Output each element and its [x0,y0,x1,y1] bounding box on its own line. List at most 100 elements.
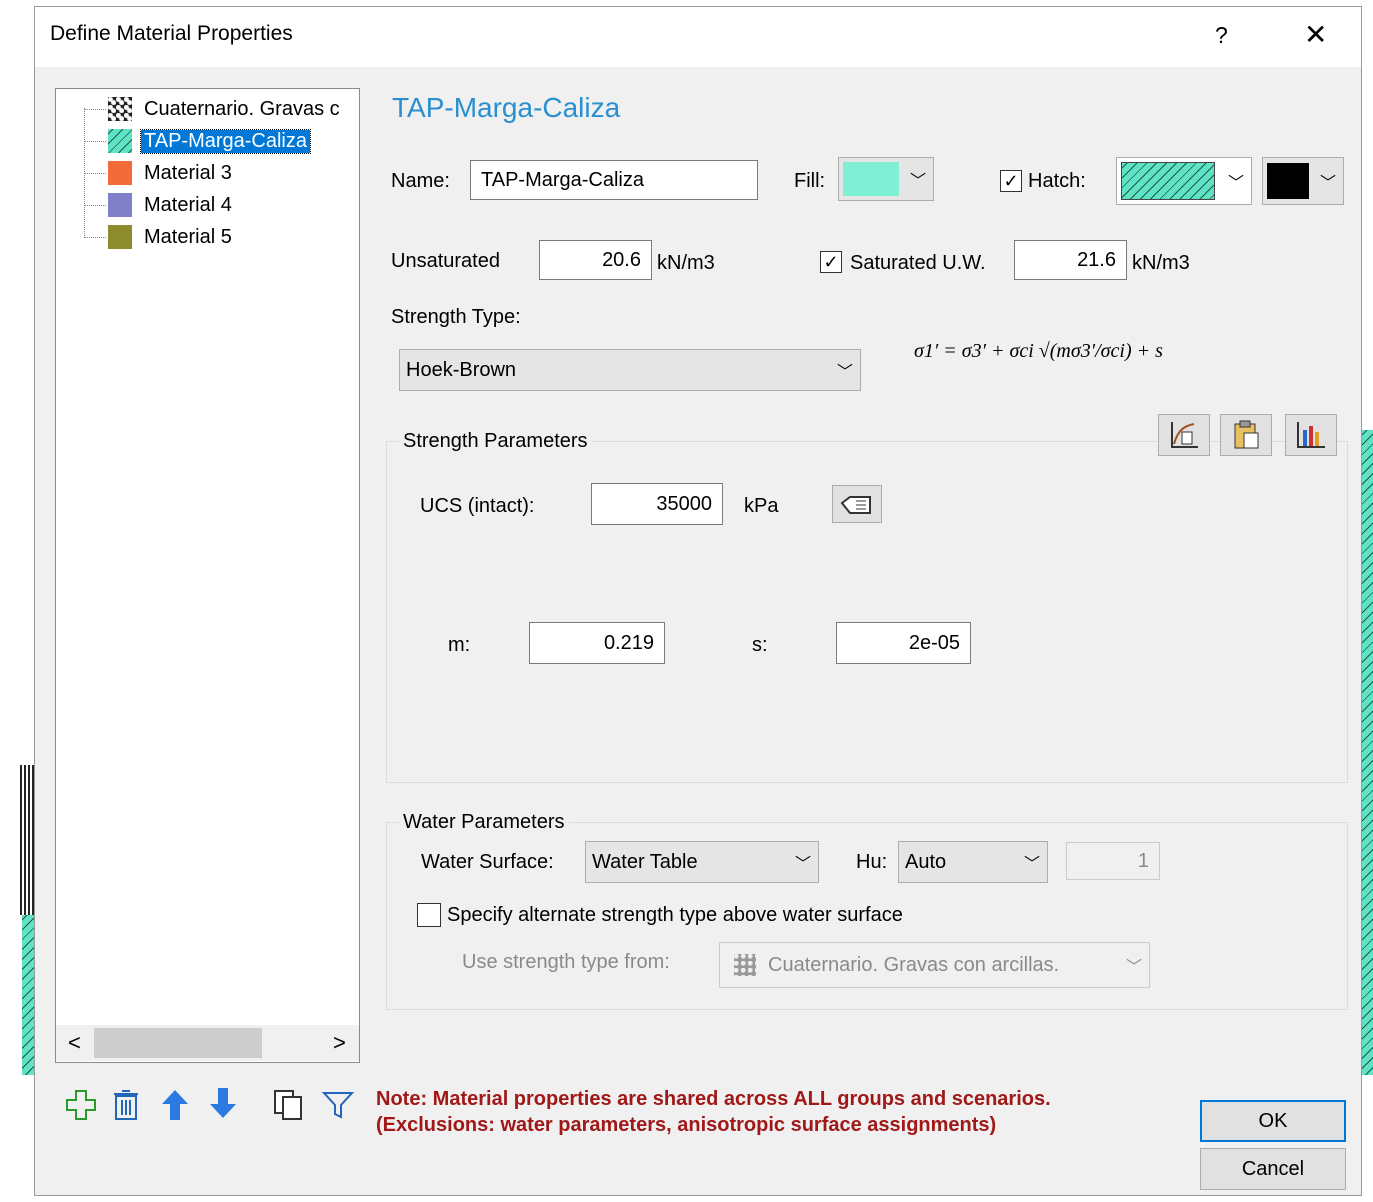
m-input[interactable]: 0.219 [529,622,665,664]
s-input[interactable]: 2e-05 [836,622,971,664]
saturated-weight-input[interactable]: 21.6 [1014,240,1127,280]
tree-item-label: TAP-Marga-Caliza [140,128,311,154]
background-hatch-left [22,915,34,1075]
unsaturated-label: Unsaturated [391,250,500,272]
hatch-pattern-icon [108,129,132,153]
hu-label: Hu: [856,851,888,873]
hu-value: Auto [905,850,947,873]
alternate-strength-label: Specify alternate strength type above wa… [447,904,903,926]
tree-item-material-1[interactable]: Cuaternario. Gravas c [108,95,356,123]
material-heading: TAP-Marga-Caliza [392,92,621,123]
scroll-right-arrow[interactable]: > [333,1030,346,1056]
hoek-brown-formula: σ1′ = σ3′ + σci √(mσ3′/σci) + s [914,340,1163,362]
tree-item-label: Material 5 [144,225,232,248]
water-surface-label: Water Surface: [421,851,554,873]
tree-connector [84,141,106,142]
add-material-icon[interactable] [64,1088,98,1122]
strength-chart-button[interactable] [1158,414,1210,456]
strength-type-dropdown[interactable]: Hoek-Brown ﹀ [399,349,861,391]
cancel-button[interactable]: Cancel [1200,1148,1346,1190]
ucs-label: UCS (intact): [420,495,535,517]
strength-parameters-title: Strength Parameters [399,430,592,453]
strength-type-value: Hoek-Brown [406,358,517,381]
background-gravel-left [20,765,34,915]
hatch-color-dropdown[interactable]: ﹀ [1262,157,1344,205]
tree-item-label: Material 3 [144,161,232,184]
background-hatch-right [1362,430,1373,1075]
water-parameters-title: Water Parameters [399,811,569,834]
chart-axes-icon [1171,422,1198,448]
chevron-down-icon: ﹀ [836,364,853,381]
tree-connector [84,237,106,238]
ucs-unit: kPa [744,495,779,517]
chevron-down-icon: ﹀ [1319,175,1336,192]
name-input[interactable]: TAP-Marga-Caliza [470,160,758,200]
tree-item-material-4[interactable]: Material 4 [108,191,232,219]
scrollbar-thumb[interactable] [94,1028,262,1058]
saturated-checkbox[interactable]: ✓ [820,251,842,273]
statistics-button[interactable] [1285,414,1337,456]
scroll-left-arrow[interactable]: < [68,1030,81,1056]
chevron-down-icon: ﹀ [1227,175,1244,192]
use-strength-from-label: Use strength type from: [462,951,670,973]
name-label: Name: [391,170,450,192]
filter-icon[interactable] [322,1090,354,1120]
clipboard-icon [1234,420,1259,449]
fill-color-dropdown[interactable]: ﹀ [838,157,934,201]
water-surface-value: Water Table [592,850,698,873]
pointing-hand-icon [840,496,871,514]
bar-chart-icon [1297,422,1325,448]
hatch-pattern-preview [1121,162,1215,200]
chevron-down-icon: ﹀ [1125,959,1142,976]
hatch-pattern-dropdown[interactable]: ﹀ [1116,157,1252,205]
color-swatch-icon [108,225,132,249]
shared-properties-note: Note: Material properties are shared acr… [376,1086,1051,1138]
use-strength-from-dropdown: Cuaternario. Gravas con arcillas. ﹀ [719,942,1150,988]
ok-button[interactable]: OK [1200,1100,1346,1142]
alternate-strength-checkbox[interactable] [417,903,441,927]
strength-database-button[interactable] [1220,414,1272,456]
tree-item-material-3[interactable]: Material 3 [108,159,232,187]
m-label: m: [448,634,471,656]
tree-connector [84,109,106,110]
gravel-pattern-icon [734,954,756,976]
hu-number-input: 1 [1066,842,1160,880]
hatch-line-color-swatch [1267,163,1309,199]
use-strength-from-value: Cuaternario. Gravas con arcillas. [768,953,1060,976]
hatch-checkbox[interactable]: ✓ [1000,170,1022,192]
tree-connector [84,205,106,206]
chevron-down-icon: ﹀ [794,856,811,873]
color-swatch-icon [108,193,132,217]
tree-item-material-5[interactable]: Material 5 [108,223,232,251]
s-label: s: [752,634,768,656]
unsaturated-weight-input[interactable]: 20.6 [539,240,652,280]
tree-item-label: Material 4 [144,193,232,216]
dialog-title: Define Material Properties [50,22,293,45]
delete-material-icon[interactable] [112,1088,140,1122]
ucs-estimate-button[interactable] [832,485,882,523]
copy-material-icon[interactable] [272,1088,304,1122]
hatch-label: Hatch: [1028,170,1086,192]
move-up-icon[interactable] [160,1088,190,1122]
fill-color-swatch [843,162,899,196]
help-button[interactable]: ? [1215,22,1228,49]
gravel-pattern-icon [108,97,132,121]
strength-type-label: Strength Type: [391,306,521,328]
saturated-unit: kN/m3 [1132,252,1190,274]
move-down-icon[interactable] [208,1086,238,1120]
chevron-down-icon: ﹀ [909,173,926,190]
water-surface-dropdown[interactable]: Water Table ﹀ [585,841,819,883]
note-line-1: Note: Material properties are shared acr… [376,1088,1051,1110]
color-swatch-icon [108,161,132,185]
ucs-input[interactable]: 35000 [591,483,723,525]
tree-item-material-2[interactable]: TAP-Marga-Caliza [108,127,311,155]
saturated-label: Saturated U.W. [850,252,986,274]
hu-dropdown[interactable]: Auto ﹀ [898,841,1048,883]
unsaturated-unit: kN/m3 [657,252,715,274]
chevron-down-icon: ﹀ [1023,856,1040,873]
tree-connector [84,173,106,174]
note-line-2: (Exclusions: water parameters, anisotrop… [376,1114,997,1136]
close-button[interactable]: ✕ [1304,18,1327,51]
fill-label: Fill: [794,170,826,192]
tree-item-label: Cuaternario. Gravas c [144,97,340,120]
